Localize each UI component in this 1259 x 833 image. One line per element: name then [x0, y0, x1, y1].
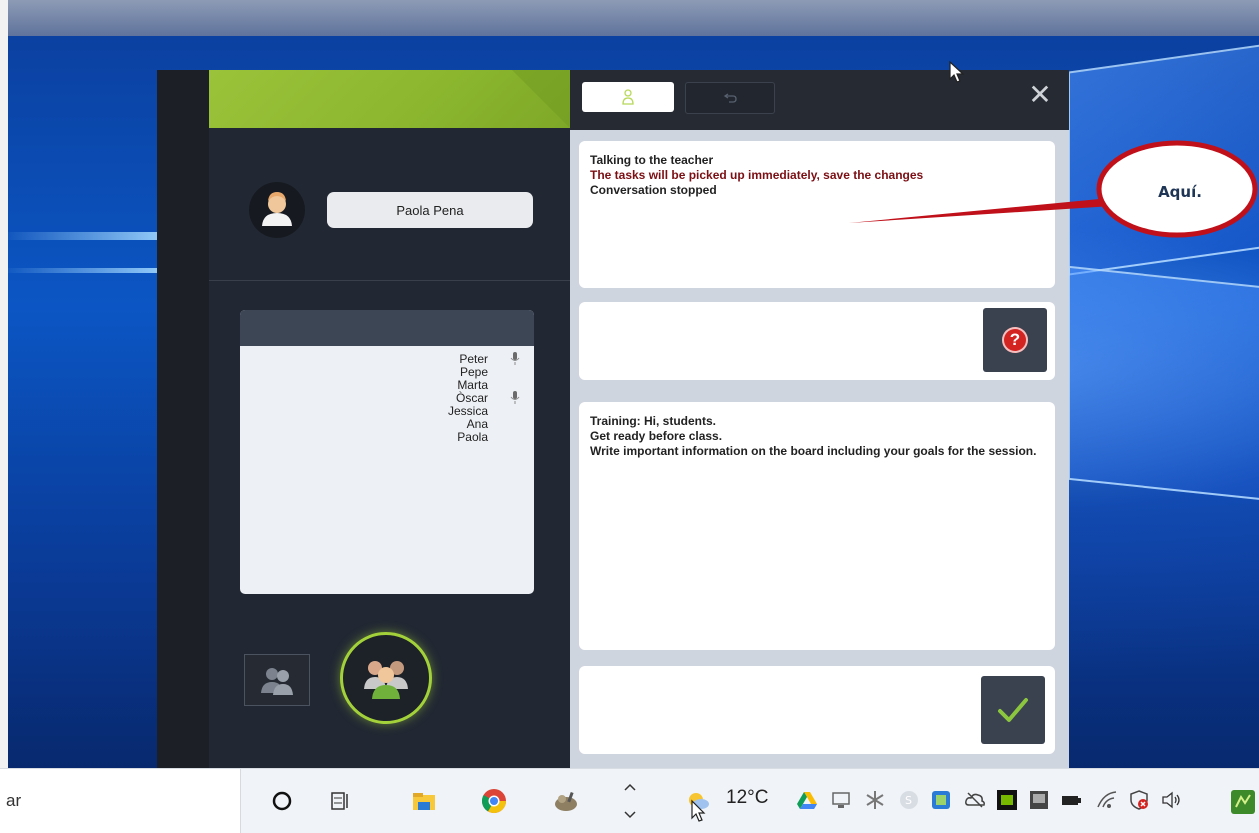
google-drive-icon[interactable]	[796, 789, 818, 811]
security-shield-icon[interactable]	[1128, 789, 1150, 811]
app-green-icon[interactable]	[1230, 789, 1256, 815]
gimp-icon[interactable]	[546, 781, 586, 821]
weather-temperature[interactable]: 12°C	[726, 787, 768, 809]
cloud-sync-icon[interactable]	[964, 789, 986, 811]
cortana-icon[interactable]	[262, 781, 302, 821]
file-explorer-icon[interactable]	[404, 781, 444, 821]
display-icon[interactable]	[1028, 789, 1050, 811]
taskbar-search[interactable]: ar	[0, 769, 241, 833]
skype-icon[interactable]: S	[898, 789, 920, 811]
volume-icon[interactable]	[1160, 789, 1182, 811]
chevron-up-icon[interactable]	[610, 777, 650, 797]
snowflake-icon[interactable]	[864, 789, 886, 811]
chevron-down-icon[interactable]	[610, 805, 650, 825]
annotation-arrow	[849, 198, 1112, 223]
task-view-icon[interactable]	[320, 781, 360, 821]
app-tray-icon[interactable]	[930, 789, 952, 811]
taskbar: ar 12°C S	[0, 768, 1259, 833]
svg-text:S: S	[905, 794, 912, 807]
nvidia-icon[interactable]	[996, 789, 1018, 811]
annotation-text: Aquí.	[1158, 183, 1202, 201]
battery-icon[interactable]	[1060, 789, 1082, 811]
network-monitor-icon[interactable]	[830, 789, 852, 811]
chrome-icon[interactable]	[474, 781, 514, 821]
wifi-icon[interactable]	[1096, 789, 1118, 811]
mouse-cursor-icon	[949, 60, 965, 83]
search-text: ar	[6, 791, 22, 810]
mouse-cursor-icon	[691, 799, 706, 822]
